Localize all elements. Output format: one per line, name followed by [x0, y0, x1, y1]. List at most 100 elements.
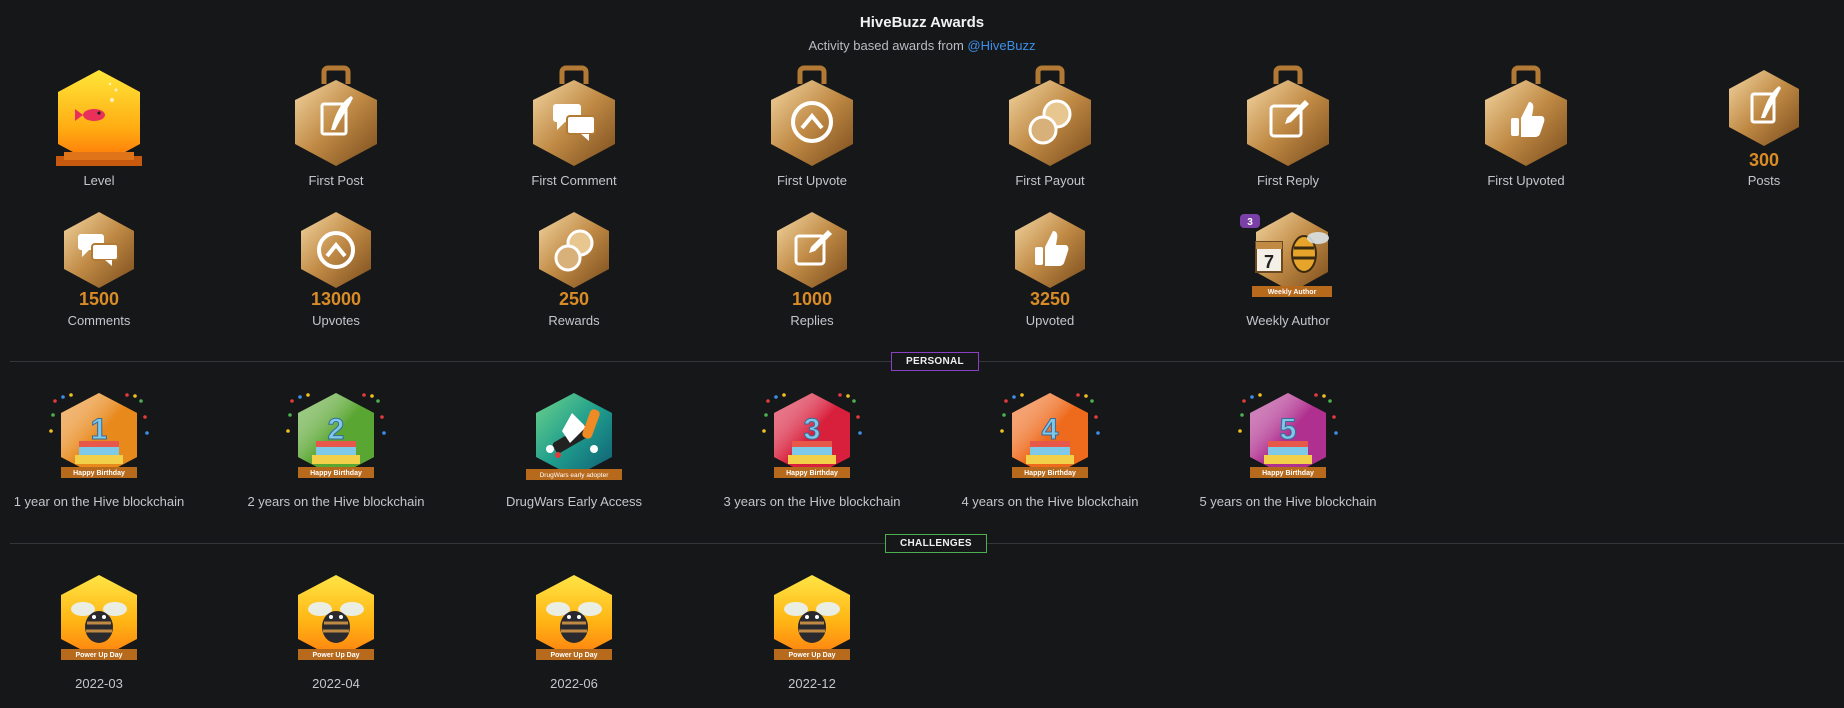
badge-label: 2022-03	[75, 676, 123, 691]
candle-digit: 5	[1280, 413, 1297, 446]
page-subtitle: Activity based awards from @HiveBuzz	[808, 38, 1036, 53]
badge-rewards[interactable]: 250 Rewards	[464, 210, 684, 330]
badge-label: 2022-12	[788, 676, 836, 691]
badge-label: Weekly Author	[1246, 313, 1330, 328]
badge-first-comment[interactable]: First Comment	[464, 60, 684, 190]
badge-label: Level	[83, 173, 115, 188]
badge-count: 1000	[791, 289, 833, 309]
quill-icon	[1725, 68, 1803, 148]
badge-label: First Post	[308, 173, 364, 188]
badge-first-post[interactable]: First Post	[226, 60, 446, 190]
ribbon-text: Happy Birthday	[1262, 470, 1314, 477]
drugwars-icon: DrugWars early adopter	[524, 391, 624, 485]
ribbon-text: Happy Birthday	[1024, 470, 1076, 477]
ribbon-text: DrugWars early adopter	[540, 472, 610, 479]
badge-label: First Payout	[1015, 173, 1085, 188]
badge-comments[interactable]: 1500 Comments	[0, 210, 209, 330]
badge-drugwars[interactable]: DrugWars early adopter DrugWars Early Ac…	[464, 388, 684, 513]
comments-icon	[529, 60, 619, 172]
badge-label: First Upvoted	[1487, 173, 1565, 188]
badge-label: 5 years on the Hive blockchain	[1199, 494, 1377, 509]
badge-birthday-1[interactable]: 1 Happy Birthday 1 year on the Hive block…	[0, 388, 209, 513]
badge-level[interactable]: Level	[0, 60, 209, 190]
badge-label: Rewards	[548, 313, 600, 328]
badge-label: 2022-06	[550, 676, 598, 691]
thumbs-up-icon	[1481, 60, 1571, 172]
badge-label: Replies	[790, 313, 834, 328]
ribbon-text: Power Up Day	[312, 652, 359, 659]
badge-birthday-2[interactable]: 2 Happy Birthday 2 years on the Hive bloc…	[226, 388, 446, 513]
corner-count: 3	[1247, 217, 1253, 228]
bee-icon: Power Up Day	[524, 573, 624, 667]
ribbon-text: Power Up Day	[75, 652, 122, 659]
badge-label: First Comment	[531, 173, 617, 188]
badge-count: 13000	[310, 289, 362, 309]
section-tag-personal: PERSONAL	[891, 352, 979, 371]
badge-replies[interactable]: 1000 Replies	[702, 210, 922, 330]
birthday-cake-icon: 1 Happy Birthday	[49, 391, 149, 485]
badge-count: 3250	[1029, 289, 1071, 309]
badge-upvoted[interactable]: 3250 Upvoted	[940, 210, 1160, 330]
badge-count: 1500	[78, 289, 120, 309]
badge-first-upvoted[interactable]: First Upvoted	[1416, 60, 1636, 190]
upvote-icon	[767, 60, 857, 172]
badge-birthday-4[interactable]: 4 Happy Birthday 4 years on the Hive bloc…	[940, 388, 1160, 513]
bee-icon: Power Up Day	[762, 573, 862, 667]
badge-birthday-3[interactable]: 3 Happy Birthday 3 years on the Hive bloc…	[702, 388, 922, 513]
badge-label: 1 year on the Hive blockchain	[13, 494, 185, 509]
badge-label: 2 years on the Hive blockchain	[247, 494, 425, 509]
coins-icon	[535, 210, 613, 290]
badge-label: First Reply	[1256, 173, 1320, 188]
badge-label: Comments	[67, 313, 131, 328]
badge-power-up-day[interactable]: Power Up Day 2022-03	[0, 572, 209, 697]
weekly-author-icon: 7 3 Weekly Author	[1238, 210, 1338, 302]
bee-icon: Power Up Day	[286, 573, 386, 667]
birthday-cake-icon: 4 Happy Birthday	[1000, 391, 1100, 485]
ribbon-text: Power Up Day	[550, 652, 597, 659]
badge-label: First Upvote	[776, 173, 848, 188]
birthday-cake-icon: 5 Happy Birthday	[1238, 391, 1338, 485]
calendar-day: 7	[1264, 252, 1274, 272]
badge-weekly-author[interactable]: 7 3 Weekly Author Weekly Author	[1178, 210, 1398, 330]
badge-label: Upvoted	[1025, 313, 1075, 328]
awards-header: HiveBuzz Awards Activity based awards fr…	[0, 14, 1844, 53]
badge-upvotes[interactable]: 13000 Upvotes	[226, 210, 446, 330]
candle-digit: 3	[804, 413, 821, 446]
ribbon-text: Weekly Author	[1268, 289, 1317, 296]
quill-icon	[291, 60, 381, 172]
candle-digit: 1	[91, 413, 108, 446]
ribbon-text: Power Up Day	[788, 652, 835, 659]
edit-icon	[773, 210, 851, 290]
candle-digit: 4	[1042, 413, 1059, 446]
badge-first-upvote[interactable]: First Upvote	[702, 60, 922, 190]
badge-first-payout[interactable]: First Payout	[940, 60, 1160, 190]
birthday-cake-icon: 2 Happy Birthday	[286, 391, 386, 485]
comments-icon	[60, 210, 138, 290]
section-tag-challenges: CHALLENGES	[885, 534, 987, 553]
birthday-cake-icon: 3 Happy Birthday	[762, 391, 862, 485]
badge-count: 250	[558, 289, 590, 309]
badge-birthday-5[interactable]: 5 Happy Birthday 5 years on the Hive bloc…	[1178, 388, 1398, 513]
badge-first-reply[interactable]: First Reply	[1178, 60, 1398, 190]
badge-label: Posts	[1747, 173, 1781, 188]
ribbon-text: Happy Birthday	[786, 470, 838, 477]
badge-label: 2022-04	[312, 676, 360, 691]
badge-power-up-day[interactable]: Power Up Day 2022-04	[226, 572, 446, 697]
badge-count: 300	[1748, 150, 1780, 170]
badge-label: Upvotes	[312, 313, 360, 328]
hivebuzz-link[interactable]: @HiveBuzz	[967, 38, 1035, 53]
fish-level-icon	[54, 60, 144, 172]
edit-icon	[1243, 60, 1333, 172]
badge-power-up-day[interactable]: Power Up Day 2022-12	[702, 572, 922, 697]
thumbs-up-icon	[1011, 210, 1089, 290]
badge-posts[interactable]: 300 Posts	[1654, 60, 1844, 190]
page-title: HiveBuzz Awards	[859, 14, 985, 31]
badge-label: 3 years on the Hive blockchain	[723, 494, 901, 509]
ribbon-text: Happy Birthday	[310, 470, 362, 477]
coins-icon	[1005, 60, 1095, 172]
candle-digit: 2	[328, 413, 345, 446]
badge-label: 4 years on the Hive blockchain	[961, 494, 1139, 509]
ribbon-text: Happy Birthday	[73, 470, 125, 477]
badge-label: DrugWars Early Access	[505, 494, 643, 509]
badge-power-up-day[interactable]: Power Up Day 2022-06	[464, 572, 684, 697]
